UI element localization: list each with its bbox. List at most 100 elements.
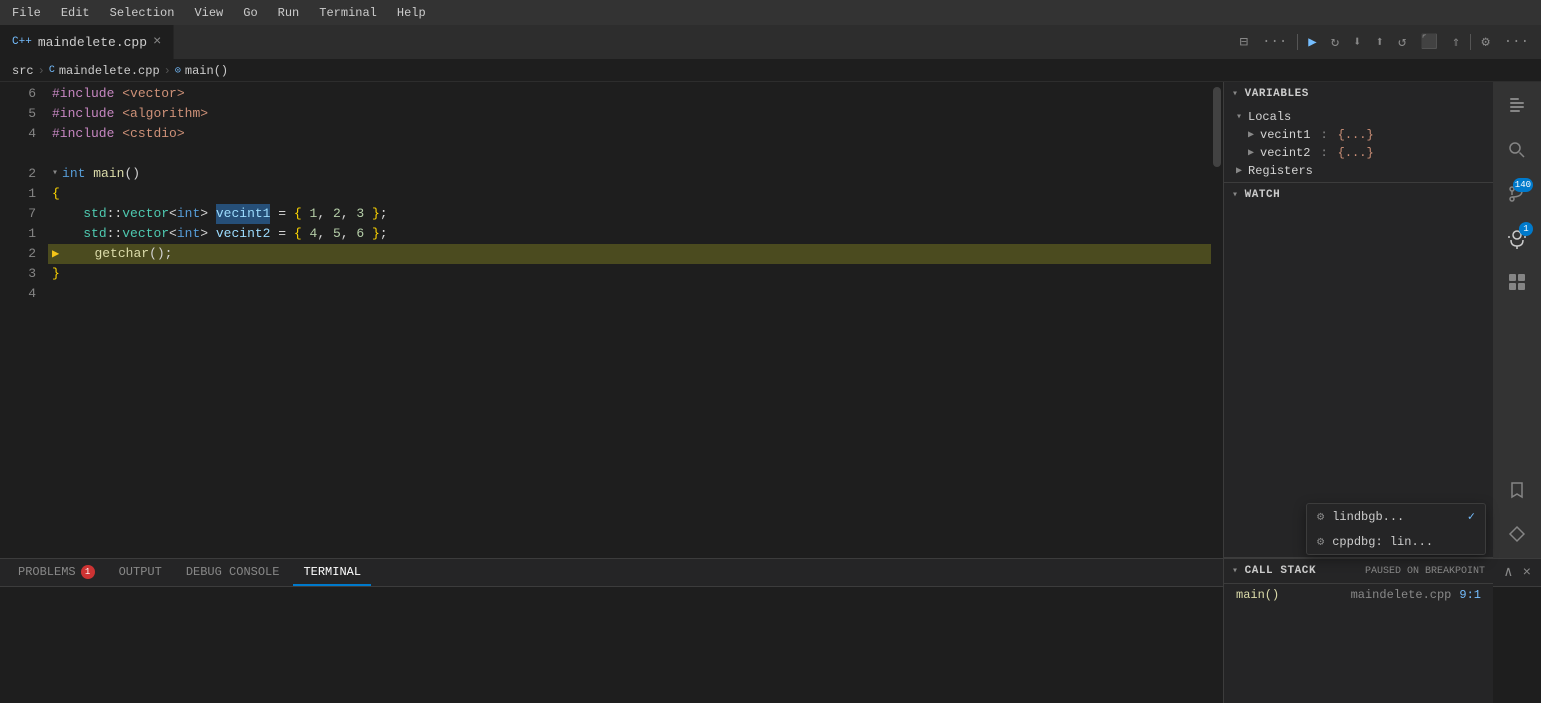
vecint1-value: {...} <box>1338 128 1374 142</box>
code-line: #include <vector> <box>48 84 1211 104</box>
continue-button[interactable]: ▶ <box>1304 31 1320 54</box>
terminal-item-label-1: lindbgb... <box>1332 510 1404 524</box>
terminal-item-label-2: cppdbg: lin... <box>1332 535 1433 549</box>
registers-label: Registers <box>1248 164 1313 178</box>
call-stack-frame-file: maindelete.cpp <box>1351 588 1452 602</box>
activity-extensions[interactable] <box>1497 262 1537 302</box>
locals-label: Locals <box>1248 110 1291 124</box>
variable-vecint1[interactable]: ▶ vecint1 : {...} <box>1224 126 1493 144</box>
menu-view[interactable]: View <box>190 4 227 22</box>
close-panel-button[interactable]: × <box>1521 563 1533 583</box>
breadcrumb-symbol-icon: ⊙ <box>175 65 181 77</box>
menu-terminal[interactable]: Terminal <box>315 4 381 22</box>
activity-search[interactable] <box>1497 130 1537 170</box>
tab-output-label: OUTPUT <box>119 565 162 579</box>
locals-arrow-icon: ▾ <box>1236 111 1242 123</box>
activity-bookmarks[interactable] <box>1497 470 1537 510</box>
breadcrumb-file[interactable]: maindelete.cpp <box>59 64 160 78</box>
watch-header[interactable]: ▾ WATCH <box>1224 183 1493 207</box>
menu-help[interactable]: Help <box>393 4 430 22</box>
tab-close-button[interactable]: × <box>153 34 161 50</box>
more2-button[interactable]: ··· <box>1500 31 1533 53</box>
settings-button[interactable]: ⚙ <box>1477 31 1493 54</box>
menu-run[interactable]: Run <box>274 4 304 22</box>
call-stack-title: CALL STACK <box>1245 565 1317 577</box>
activity-debug[interactable]: 1 <box>1497 218 1537 258</box>
breadcrumb-src[interactable]: src <box>12 64 34 78</box>
stop-button[interactable]: ⬛ <box>1416 31 1441 54</box>
debug-arrow-icon: ▶ <box>52 244 59 264</box>
call-stack-frame-line: 9:1 <box>1459 588 1481 602</box>
activity-source-control[interactable]: 140 <box>1497 174 1537 214</box>
right-panel: ▾ VARIABLES ▾ Locals ▶ vecint1 : {...} <box>1223 82 1493 558</box>
activity-remote[interactable] <box>1497 514 1537 554</box>
menu-edit[interactable]: Edit <box>57 4 94 22</box>
locals-group[interactable]: ▾ Locals <box>1224 108 1493 126</box>
vecint2-arrow-icon: ▶ <box>1248 147 1254 159</box>
menubar: File Edit Selection View Go Run Terminal… <box>0 0 1541 25</box>
disconnect-button[interactable]: ⇑ <box>1448 31 1464 54</box>
terminal-item-icon-1: ⚙ <box>1317 509 1324 524</box>
tab-terminal[interactable]: TERMINAL <box>293 559 371 586</box>
tab-debug-console[interactable]: DEBUG CONSOLE <box>176 559 290 586</box>
tab-terminal-label: TERMINAL <box>303 565 361 579</box>
editor-scrollbar[interactable] <box>1211 82 1223 558</box>
code-line: std::vector<int> vecint2 = { 4, 5, 6 }; <box>48 224 1211 244</box>
bottom-tabs-list: PROBLEMS 1 OUTPUT DEBUG CONSOLE TERMINAL <box>8 559 371 586</box>
menu-go[interactable]: Go <box>239 4 261 22</box>
scrollbar-thumb <box>1213 87 1221 167</box>
code-line <box>48 144 1211 164</box>
tab-problems[interactable]: PROBLEMS 1 <box>8 559 105 586</box>
code-line: { <box>48 184 1211 204</box>
tab-output[interactable]: OUTPUT <box>109 559 172 586</box>
variables-header[interactable]: ▾ VARIABLES <box>1224 82 1493 106</box>
step-into-button[interactable]: ⬇ <box>1349 31 1365 54</box>
watch-collapse-icon: ▾ <box>1232 189 1239 201</box>
watch-title: WATCH <box>1245 189 1281 201</box>
tab-debug-console-label: DEBUG CONSOLE <box>186 565 280 579</box>
variables-title: VARIABLES <box>1245 88 1309 100</box>
code-line: #include <algorithm> <box>48 104 1211 124</box>
tab-problems-label: PROBLEMS <box>18 565 76 579</box>
tabbar: C++ maindelete.cpp × ⊟ ··· ▶ ↻ ⬇ ⬆ ↺ ⬛ ⇑… <box>0 25 1541 60</box>
vecint1-arrow-icon: ▶ <box>1248 129 1254 141</box>
step-out-button[interactable]: ⬆ <box>1372 31 1388 54</box>
terminal-item-icon-2: ⚙ <box>1317 534 1324 549</box>
toolbar-buttons: ⊟ ··· ▶ ↻ ⬇ ⬆ ↺ ⬛ ⇑ ⚙ ··· <box>1228 31 1541 54</box>
vecint2-name: vecint2 <box>1260 146 1310 160</box>
current-debug-line: ▶ getchar(); <box>48 244 1211 264</box>
more-button[interactable]: ··· <box>1258 31 1291 53</box>
maximize-panel-button[interactable]: ∧ <box>1502 562 1514 583</box>
main-area: 6 5 4 2 1 7 1 2 3 4 #include <vector> <box>0 82 1541 558</box>
line-numbers: 6 5 4 2 1 7 1 2 3 4 <box>0 82 48 558</box>
vecint1-name: vecint1 <box>1260 128 1310 142</box>
code-line: #include <cstdio> <box>48 124 1211 144</box>
variables-collapse-icon: ▾ <box>1232 88 1239 100</box>
tab-maindelete-cpp[interactable]: C++ maindelete.cpp × <box>0 25 174 59</box>
paused-status-badge: PAUSED ON BREAKPOINT <box>1365 566 1485 577</box>
registers-group[interactable]: ▶ Registers <box>1224 162 1493 180</box>
terminal-item-lindbgb[interactable]: ⚙ lindbgb... ✓ <box>1307 504 1485 529</box>
breadcrumb: src › C maindelete.cpp › ⊙ main() <box>0 60 1541 82</box>
code-area[interactable]: #include <vector> #include <algorithm> #… <box>48 82 1211 558</box>
split-editor-button[interactable]: ⊟ <box>1236 31 1252 54</box>
debug-badge: 1 <box>1519 222 1533 236</box>
activity-explorer[interactable] <box>1497 86 1537 126</box>
breadcrumb-symbol[interactable]: main() <box>185 64 228 78</box>
call-stack-panel: ▾ CALL STACK PAUSED ON BREAKPOINT main()… <box>1223 558 1493 703</box>
terminal-item-cppdbg[interactable]: ⚙ cppdbg: lin... <box>1307 529 1485 554</box>
code-line: std::vector<int> vecint1 = { 1, 2, 3 }; <box>48 204 1211 224</box>
call-stack-frame-main[interactable]: main() maindelete.cpp 9:1 <box>1224 584 1493 606</box>
call-stack-header[interactable]: ▾ CALL STACK PAUSED ON BREAKPOINT <box>1224 559 1493 584</box>
code-line: ▾ int main() <box>48 164 1211 184</box>
breadcrumb-file-icon: C <box>49 65 55 76</box>
menu-selection[interactable]: Selection <box>106 4 179 22</box>
restart-button[interactable]: ↺ <box>1394 31 1410 54</box>
source-control-badge: 140 <box>1513 178 1533 192</box>
variable-vecint2[interactable]: ▶ vecint2 : {...} <box>1224 144 1493 162</box>
step-over-button[interactable]: ↻ <box>1327 31 1343 54</box>
code-line: } <box>48 264 1211 284</box>
registers-arrow-icon: ▶ <box>1236 165 1242 177</box>
menu-file[interactable]: File <box>8 4 45 22</box>
editor[interactable]: 6 5 4 2 1 7 1 2 3 4 #include <vector> <box>0 82 1223 558</box>
